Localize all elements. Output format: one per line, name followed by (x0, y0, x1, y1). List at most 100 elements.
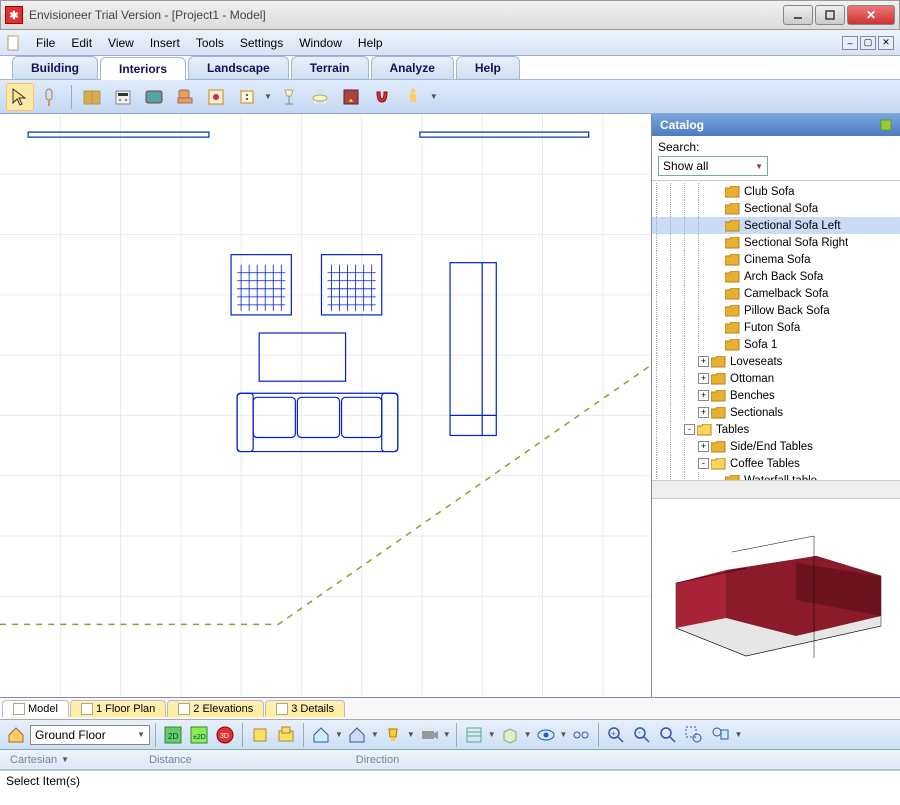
zoom-out-button[interactable]: - (630, 723, 654, 747)
ceiling-light-tool[interactable] (306, 83, 334, 111)
doc-tab-2[interactable]: 2 Elevations (167, 700, 264, 717)
tree-label: Arch Back Sofa (744, 271, 823, 283)
doc-tab-3[interactable]: 3 Details (265, 700, 345, 717)
tree-folder[interactable]: -Tables (652, 421, 900, 438)
paint-tool[interactable] (37, 83, 65, 111)
doc-tab-label: 1 Floor Plan (96, 703, 155, 715)
floor-selector[interactable]: Ground Floor▼ (30, 725, 150, 745)
view-2d-button[interactable]: 2D (161, 723, 185, 747)
menu-file[interactable]: File (28, 34, 63, 52)
menu-tools[interactable]: Tools (188, 34, 232, 52)
minimize-button[interactable] (783, 5, 813, 25)
tab-help[interactable]: Help (456, 56, 520, 79)
doc-tab-0[interactable]: Model (2, 700, 69, 717)
zoom-window-button[interactable] (656, 723, 680, 747)
outlet-dropdown-icon[interactable]: ▼ (264, 92, 272, 101)
tree-folder[interactable]: +Sectionals (652, 404, 900, 421)
mdi-close-button[interactable]: ✕ (878, 36, 894, 50)
expand-icon[interactable]: + (698, 407, 709, 418)
expand-icon[interactable]: + (698, 390, 709, 401)
menu-help[interactable]: Help (350, 34, 391, 52)
cube-button[interactable] (498, 723, 522, 747)
tree-folder[interactable]: +Side/End Tables (652, 438, 900, 455)
expand-icon[interactable]: - (698, 458, 709, 469)
figure-dropdown-icon[interactable]: ▼ (430, 92, 438, 101)
mdi-restore-button[interactable]: ▢ (860, 36, 876, 50)
outlet-tool[interactable] (233, 83, 261, 111)
appliance-tool[interactable] (109, 83, 137, 111)
hatch-button[interactable] (462, 723, 486, 747)
menu-insert[interactable]: Insert (142, 34, 188, 52)
cabinet-tool[interactable] (78, 83, 106, 111)
house1-button[interactable] (309, 723, 333, 747)
menu-edit[interactable]: Edit (63, 34, 100, 52)
tree-folder[interactable]: -Coffee Tables (652, 455, 900, 472)
chevron-down-icon: ▼ (755, 162, 763, 171)
block2-button[interactable] (274, 723, 298, 747)
maximize-button[interactable] (815, 5, 845, 25)
close-button[interactable]: ✕ (847, 5, 895, 25)
app-icon: ✱ (5, 6, 23, 24)
electronics-tool[interactable] (140, 83, 168, 111)
tree-item[interactable]: Camelback Sofa (652, 285, 900, 302)
zoom-list-button[interactable] (708, 723, 732, 747)
tree-label: Camelback Sofa (744, 288, 828, 300)
tree-item[interactable]: Club Sofa (652, 183, 900, 200)
doc-tab-1[interactable]: 1 Floor Plan (70, 700, 166, 717)
menu-view[interactable]: View (100, 34, 142, 52)
tree-label: Sectional Sofa Left (744, 220, 841, 232)
readout-cartesian: Cartesian (10, 754, 57, 766)
mdi-minimize-button[interactable]: ‒ (842, 36, 858, 50)
tab-analyze[interactable]: Analyze (371, 56, 454, 79)
tab-building[interactable]: Building (12, 56, 98, 79)
zoom-region-button[interactable] (682, 723, 706, 747)
search-filter-dropdown[interactable]: Show all ▼ (658, 156, 768, 176)
menu-window[interactable]: Window (291, 34, 350, 52)
catalog-tree[interactable]: Club Sofa Sectional Sofa Sectional Sofa Le… (652, 180, 900, 480)
doc-tab-icon (178, 703, 190, 715)
zoom-in-button[interactable]: + (604, 723, 628, 747)
trophy-button[interactable] (381, 723, 405, 747)
home-icon[interactable] (4, 723, 28, 747)
camera-button[interactable] (417, 723, 441, 747)
tree-folder[interactable]: +Ottoman (652, 370, 900, 387)
expand-icon[interactable]: - (684, 424, 695, 435)
tree-item[interactable]: Waterfall table (652, 472, 900, 480)
document-icon (6, 35, 22, 51)
tree-folder[interactable]: +Benches (652, 387, 900, 404)
magnet-tool[interactable] (368, 83, 396, 111)
tab-interiors[interactable]: Interiors (100, 57, 186, 80)
canvas-viewport[interactable] (0, 114, 652, 697)
tab-terrain[interactable]: Terrain (291, 56, 369, 79)
interiors-toolbar: ▼ ▼ (0, 80, 900, 114)
tree-item[interactable]: Sectional Sofa (652, 200, 900, 217)
fireplace-tool[interactable] (337, 83, 365, 111)
expand-icon[interactable]: + (698, 373, 709, 384)
view-2d-alt-button[interactable]: ±2D (187, 723, 211, 747)
tree-item[interactable]: Sofa 1 (652, 336, 900, 353)
tree-label: Sectional Sofa (744, 203, 818, 215)
tree-item[interactable]: Sectional Sofa Right (652, 234, 900, 251)
tree-item[interactable]: Arch Back Sofa (652, 268, 900, 285)
tab-landscape[interactable]: Landscape (188, 56, 289, 79)
glasses-button[interactable] (569, 723, 593, 747)
expand-icon[interactable]: + (698, 356, 709, 367)
tree-item[interactable]: Sectional Sofa Left (652, 217, 900, 234)
house2-button[interactable] (345, 723, 369, 747)
view-3d-button[interactable]: 3D (213, 723, 237, 747)
eye-button[interactable] (534, 723, 558, 747)
furniture-tool[interactable] (171, 83, 199, 111)
select-tool[interactable] (6, 83, 34, 111)
block-button[interactable] (248, 723, 272, 747)
menu-settings[interactable]: Settings (232, 34, 291, 52)
tree-item[interactable]: Pillow Back Sofa (652, 302, 900, 319)
catalog-h-scrollbar[interactable] (652, 480, 900, 498)
catalog-search-area: Search: Show all ▼ (652, 136, 900, 180)
lamp-tool[interactable] (275, 83, 303, 111)
figure-tool[interactable] (399, 83, 427, 111)
decor-tool[interactable] (202, 83, 230, 111)
expand-icon[interactable]: + (698, 441, 709, 452)
tree-item[interactable]: Futon Sofa (652, 319, 900, 336)
tree-item[interactable]: Cinema Sofa (652, 251, 900, 268)
tree-folder[interactable]: +Loveseats (652, 353, 900, 370)
